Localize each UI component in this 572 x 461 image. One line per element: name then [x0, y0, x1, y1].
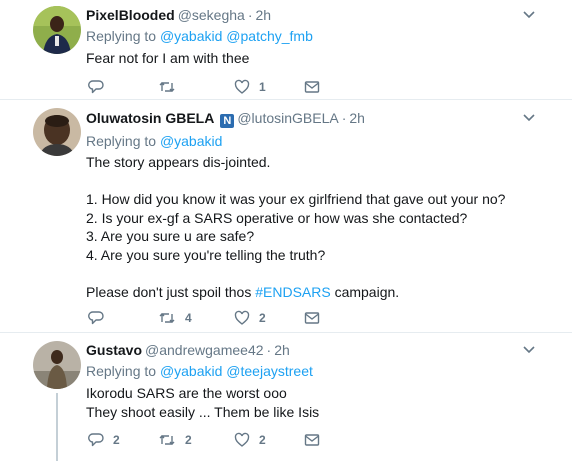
chevron-down-icon[interactable]	[522, 113, 536, 123]
user-handle[interactable]: @andrewgamee42	[145, 342, 264, 358]
retweet-icon	[159, 435, 175, 445]
tweet-line: Please don't just spoil thos #ENDSARS ca…	[86, 283, 400, 300]
tweet-text: Fear not for I am with thee	[86, 50, 250, 66]
tweet-text: Ikorodu SARS are the worst ooo They shoo…	[86, 384, 556, 421]
tweet-actions: 4 2	[86, 308, 346, 328]
display-name[interactable]: Oluwatosin GBELA	[86, 110, 214, 126]
replying-to: Replying to @yabakid	[86, 133, 223, 149]
reply-button[interactable]	[88, 308, 113, 328]
like-icon	[234, 310, 250, 325]
avatar[interactable]	[33, 108, 81, 156]
user-handle[interactable]: @lutosinGBELA	[237, 110, 338, 126]
like-button[interactable]: 1	[234, 77, 266, 97]
mention-link[interactable]: @teejaystreet	[226, 363, 313, 379]
tweet-line: The story appears dis-jointed.	[86, 154, 271, 170]
timestamp[interactable]: 2h	[256, 7, 272, 23]
direct-message-button[interactable]	[304, 77, 320, 97]
reply-button[interactable]: 2	[88, 430, 120, 450]
mention-link[interactable]: @patchy_fmb	[226, 28, 313, 44]
display-name[interactable]: PixelBlooded	[86, 7, 175, 23]
tweet-actions: 2 2 2	[86, 430, 346, 450]
hashtag-link[interactable]: #ENDSARS	[255, 284, 330, 300]
tweet-text: The story appears dis-jointed. 1. How di…	[86, 153, 556, 301]
like-icon	[234, 432, 250, 447]
tweet-2[interactable]: Oluwatosin GBELA N @lutosinGBELA · 2h Replyi…	[0, 100, 572, 332]
like-button[interactable]: 2	[234, 430, 266, 450]
user-handle[interactable]: @sekegha	[178, 7, 245, 23]
retweet-icon	[159, 82, 175, 92]
direct-message-icon	[304, 312, 320, 324]
tweet-line: 3. Are you sure u are safe?	[86, 228, 255, 244]
like-button[interactable]: 2	[234, 308, 266, 328]
retweet-button[interactable]: 4	[158, 308, 192, 328]
direct-message-button[interactable]	[304, 430, 320, 450]
mention-link[interactable]: @yabakid	[160, 133, 222, 149]
avatar[interactable]	[33, 6, 81, 54]
direct-message-icon	[304, 434, 320, 446]
retweet-icon	[159, 313, 175, 323]
retweet-button[interactable]	[158, 77, 185, 97]
reply-icon	[88, 80, 104, 94]
like-icon	[234, 79, 250, 94]
verified-badge-icon: N	[220, 114, 235, 128]
timestamp[interactable]: 2h	[349, 110, 365, 126]
mention-link[interactable]: @yabakid	[160, 363, 222, 379]
reply-icon	[88, 433, 104, 447]
direct-message-icon	[304, 81, 320, 93]
tweet-header: PixelBlooded @sekegha · 2h	[86, 7, 272, 23]
thread-line	[56, 393, 58, 461]
tweet-1[interactable]: PixelBlooded @sekegha · 2h Replying to @yab…	[0, 0, 572, 99]
mention-link[interactable]: @yabakid	[160, 28, 222, 44]
avatar[interactable]	[33, 341, 81, 389]
retweet-button[interactable]: 2	[158, 430, 192, 450]
chevron-down-icon[interactable]	[522, 10, 536, 20]
replying-to: Replying to @yabakid @patchy_fmb	[86, 28, 313, 44]
tweet-actions: 1	[86, 77, 346, 97]
tweet-line: 1. How did you know it was your ex girlf…	[86, 191, 506, 207]
display-name[interactable]: Gustavo	[86, 342, 142, 358]
direct-message-button[interactable]	[304, 308, 320, 328]
chevron-down-icon[interactable]	[522, 345, 536, 355]
tweet-line: They shoot easily ... Them be like Isis	[86, 403, 320, 420]
timestamp[interactable]: 2h	[274, 342, 290, 358]
tweet-line: Ikorodu SARS are the worst ooo	[86, 385, 287, 401]
tweet-line: 4. Are you sure you're telling the truth…	[86, 246, 326, 263]
tweet-line: 2. Is your ex-gf a SARS operative or how…	[86, 209, 468, 226]
reply-button[interactable]	[88, 77, 113, 97]
tweet-3[interactable]: Gustavo @andrewgamee42 · 2h Replying to @ya…	[0, 333, 572, 461]
replying-to: Replying to @yabakid @teejaystreet	[86, 363, 313, 379]
tweet-header: Oluwatosin GBELA N @lutosinGBELA · 2h	[86, 110, 365, 128]
tweet-header: Gustavo @andrewgamee42 · 2h	[86, 342, 290, 358]
reply-icon	[88, 311, 104, 325]
